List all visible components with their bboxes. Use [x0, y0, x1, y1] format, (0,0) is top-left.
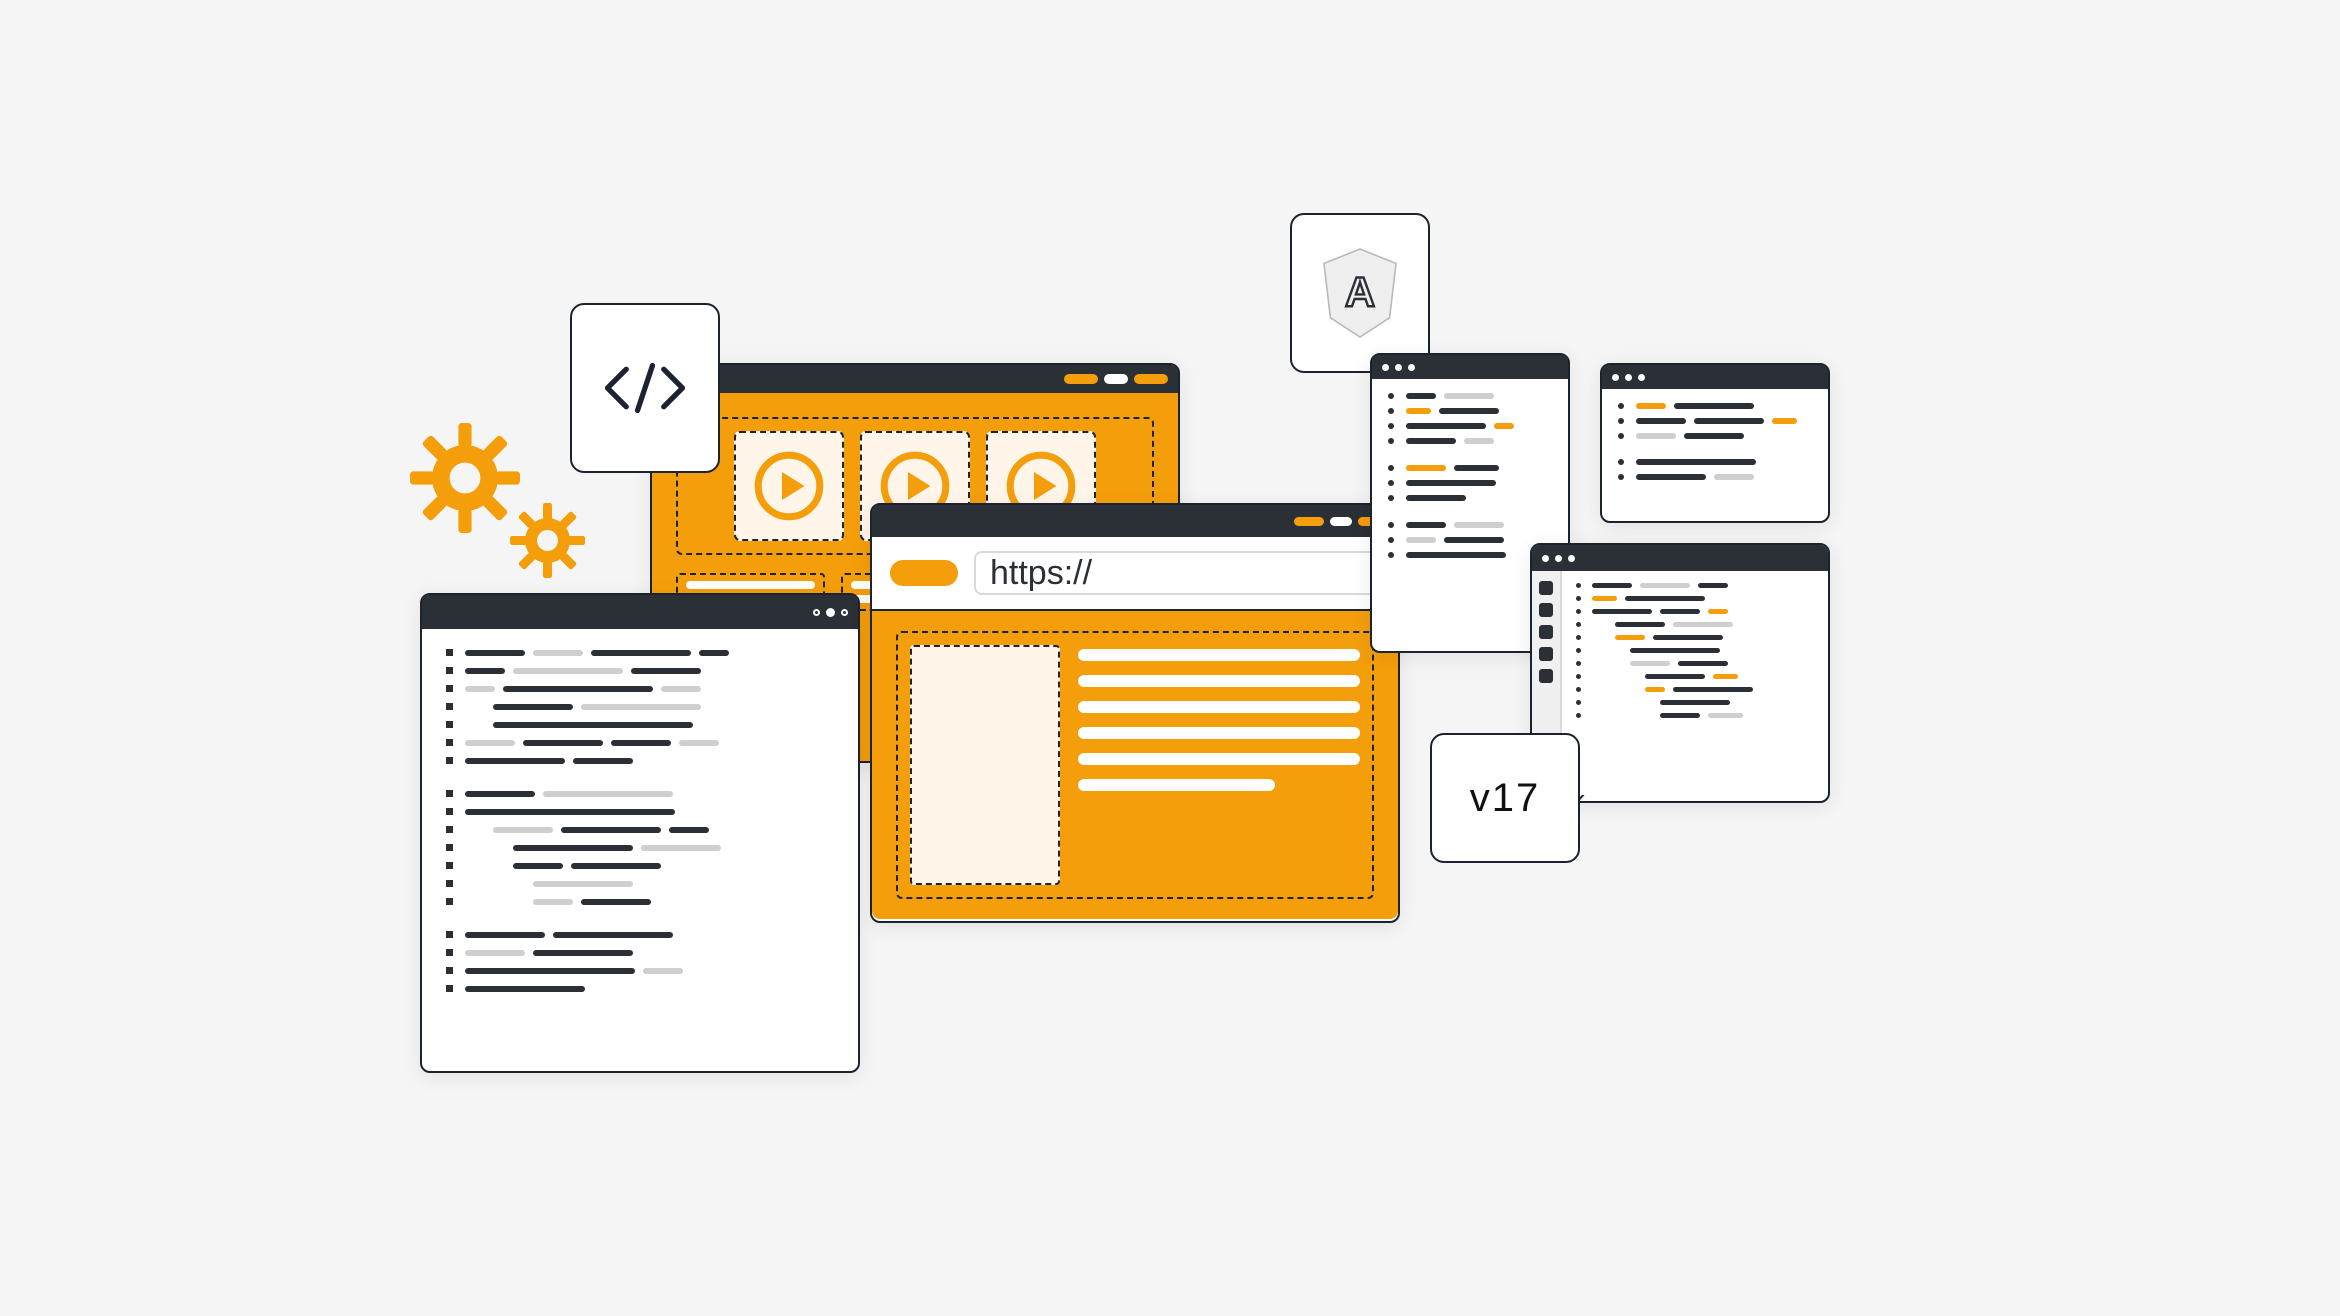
- snippet2-titlebar: [1602, 365, 1828, 389]
- browser-urlbar: https://: [872, 537, 1398, 611]
- code-tag-card: [570, 303, 720, 473]
- code-list-titlebar: [422, 595, 858, 629]
- snippet-window-2: [1600, 363, 1830, 523]
- browser-window: https://: [870, 503, 1400, 923]
- play-circle-icon: [754, 451, 824, 521]
- url-pill-icon: [890, 560, 958, 586]
- gear-small-icon: [510, 503, 585, 578]
- layout-sidebar-placeholder: [910, 645, 1060, 885]
- snippet1-titlebar: [1372, 355, 1568, 379]
- version-tag-card: v17: [1430, 733, 1580, 863]
- code-list-window: [420, 593, 860, 1073]
- angular-tag-card: A: [1290, 213, 1430, 373]
- angular-shield-icon: A: [1320, 248, 1400, 338]
- version-label: v17: [1470, 776, 1541, 821]
- gear-large-icon: [410, 423, 520, 533]
- browser-titlebar: [872, 505, 1398, 537]
- media-window-titlebar: [652, 365, 1178, 393]
- code-brackets-icon: [600, 358, 690, 418]
- media-thumb-1: [734, 431, 844, 541]
- svg-text:A: A: [1345, 269, 1375, 316]
- illustration-stage: https:// A: [370, 133, 1970, 1183]
- snippet3-titlebar: [1532, 545, 1828, 571]
- url-prefix-text: https://: [990, 554, 1092, 593]
